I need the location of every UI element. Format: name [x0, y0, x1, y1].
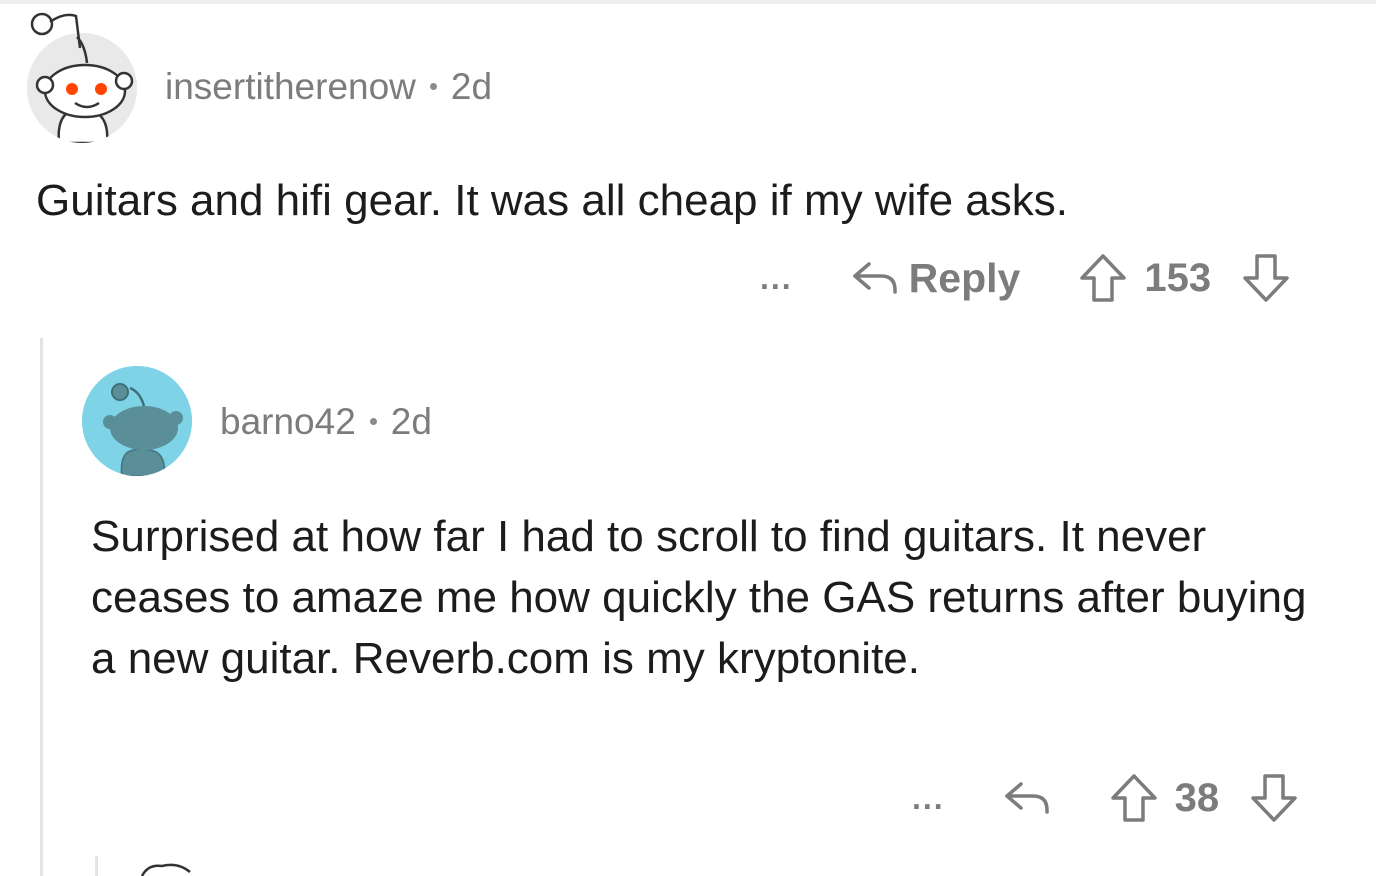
- downvote-arrow-icon: [1243, 254, 1289, 302]
- snoo-antenna-icon: [140, 863, 191, 876]
- top-divider: [0, 0, 1376, 4]
- comment-meta: insertitherenow 2d: [165, 66, 492, 108]
- timestamp: 2d: [390, 401, 432, 442]
- separator-dot: [369, 417, 377, 425]
- snoo-avatar-icon: [82, 366, 192, 476]
- reply-button[interactable]: Reply: [849, 254, 1021, 302]
- upvote-arrow-icon: [1110, 774, 1157, 822]
- downvote-arrow-icon: [1251, 774, 1297, 822]
- downvote-button[interactable]: [1249, 772, 1299, 824]
- vote-score: 38: [1174, 775, 1220, 820]
- separator-dot: [429, 82, 437, 90]
- reply-label: Reply: [908, 254, 1021, 301]
- comment-actions: ... 38: [912, 768, 1299, 828]
- comment-meta: barno42 2d: [220, 401, 432, 443]
- downvote-button[interactable]: [1241, 252, 1291, 304]
- thread-line[interactable]: [95, 856, 98, 876]
- username-link[interactable]: insertitherenow: [165, 66, 416, 107]
- thread-line[interactable]: [40, 338, 43, 876]
- reply-icon: [1004, 782, 1049, 814]
- more-options-button[interactable]: ...: [912, 780, 945, 817]
- more-options-button[interactable]: ...: [760, 260, 793, 297]
- upvote-button[interactable]: [1109, 772, 1159, 824]
- vote-score: 153: [1144, 255, 1212, 300]
- username-link[interactable]: barno42: [220, 401, 356, 442]
- comment-actions: ... Reply 153: [760, 248, 1291, 308]
- upvote-arrow-icon: [1080, 254, 1127, 302]
- comment-text: Guitars and hifi gear. It was all cheap …: [36, 176, 1069, 225]
- upvote-button[interactable]: [1078, 252, 1128, 304]
- comment-text: Surprised at how far I had to scroll to …: [91, 512, 1307, 683]
- comment-body: Surprised at how far I had to scroll to …: [91, 506, 1321, 689]
- snoo-antenna-icon: [30, 12, 82, 49]
- reply-button[interactable]: [1001, 778, 1053, 818]
- timestamp: 2d: [450, 66, 493, 107]
- reply-icon: [852, 262, 897, 294]
- avatar[interactable]: [82, 366, 192, 476]
- comment-body: Guitars and hifi gear. It was all cheap …: [36, 170, 1356, 231]
